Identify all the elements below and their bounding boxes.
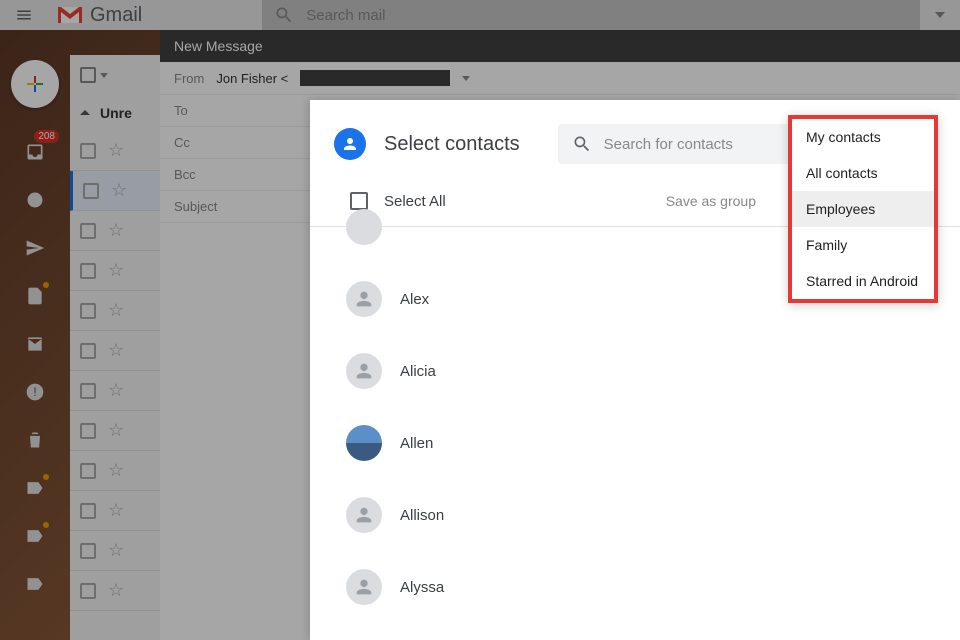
unread-section-header[interactable]: Unre (70, 95, 160, 131)
avatar (346, 569, 382, 605)
avatar (346, 281, 382, 317)
contact-row[interactable]: Alyssa (310, 551, 960, 623)
mail-row[interactable]: ☆ (70, 411, 160, 451)
mail-row[interactable]: ☆ (70, 491, 160, 531)
mail-row[interactable]: ☆ (70, 451, 160, 491)
contact-row[interactable]: Alicia (310, 335, 960, 407)
snoozed-rail-icon[interactable] (15, 180, 55, 220)
contact-name: Alex (400, 291, 429, 308)
contact-row[interactable]: Allen (310, 407, 960, 479)
select-all-mail-checkbox[interactable] (80, 67, 96, 83)
mail-row[interactable]: ☆ (70, 291, 160, 331)
dropdown-item[interactable]: Family (792, 227, 934, 263)
mail-row[interactable]: ☆ (70, 251, 160, 291)
svg-text:!: ! (33, 386, 36, 399)
dropdown-item[interactable]: Employees (792, 191, 934, 227)
contact-name: Alicia (400, 363, 436, 380)
contacts-title: Select contacts (384, 133, 520, 156)
drafts-rail-icon[interactable] (15, 276, 55, 316)
gmail-logo[interactable]: Gmail (56, 4, 142, 27)
mail-row[interactable]: ☆ (70, 531, 160, 571)
mail-row[interactable]: ☆ (70, 371, 160, 411)
contact-name: Allen (400, 435, 433, 452)
label3-rail-icon[interactable] (15, 564, 55, 604)
contact-name: Alyssa (400, 579, 444, 596)
inbox-rail-icon[interactable]: 208 (15, 132, 55, 172)
mail-toolbar (70, 55, 160, 95)
gmail-icon (56, 5, 84, 25)
mail-rail-icon[interactable] (15, 324, 55, 364)
avatar (346, 353, 382, 389)
mail-row[interactable]: ☆ (70, 171, 160, 211)
contact-group-dropdown: My contactsAll contactsEmployeesFamilySt… (788, 115, 938, 303)
chevron-down-icon[interactable] (462, 76, 470, 81)
important-rail-icon[interactable]: ! (15, 372, 55, 412)
search-options-dropdown[interactable] (920, 12, 960, 18)
compose-from-row[interactable]: From Jon Fisher < (160, 62, 960, 95)
select-all-label: Select All (384, 193, 446, 210)
mail-row[interactable]: ☆ (70, 331, 160, 371)
mail-row[interactable]: ☆ (70, 131, 160, 171)
save-as-group-button[interactable]: Save as group (666, 193, 756, 209)
search-icon (572, 134, 592, 154)
inbox-count-badge: 208 (34, 130, 59, 143)
redacted-email (300, 70, 450, 86)
label1-rail-icon[interactable] (15, 468, 55, 508)
contacts-icon (334, 128, 366, 160)
search-icon (274, 5, 294, 25)
search-placeholder: Search mail (306, 7, 385, 24)
app-name: Gmail (90, 4, 142, 27)
left-rail: 208 ! (0, 30, 70, 640)
mail-list-column: Unre ☆ ☆ ☆ ☆ ☆ ☆ ☆ ☆ ☆ ☆ ☆ ☆ (70, 55, 160, 640)
select-all-checkbox[interactable] (350, 192, 368, 210)
dropdown-item[interactable]: All contacts (792, 155, 934, 191)
avatar (346, 425, 382, 461)
label2-rail-icon[interactable] (15, 516, 55, 556)
contact-name: Allison (400, 507, 444, 524)
chevron-up-icon (80, 108, 90, 118)
chevron-down-icon[interactable] (100, 73, 108, 78)
dropdown-item[interactable]: My contacts (792, 119, 934, 155)
contact-row[interactable]: Allison (310, 479, 960, 551)
mail-row[interactable]: ☆ (70, 571, 160, 611)
app-header: Gmail Search mail (0, 0, 960, 30)
compose-button[interactable] (11, 60, 59, 108)
mail-row[interactable]: ☆ (70, 211, 160, 251)
avatar (346, 497, 382, 533)
avatar (346, 209, 382, 245)
search-mail-input[interactable]: Search mail (262, 0, 920, 30)
sent-rail-icon[interactable] (15, 228, 55, 268)
compose-title: New Message (160, 30, 960, 62)
trash-rail-icon[interactable] (15, 420, 55, 460)
menu-icon[interactable] (0, 6, 48, 24)
dropdown-item[interactable]: Starred in Android (792, 263, 934, 299)
